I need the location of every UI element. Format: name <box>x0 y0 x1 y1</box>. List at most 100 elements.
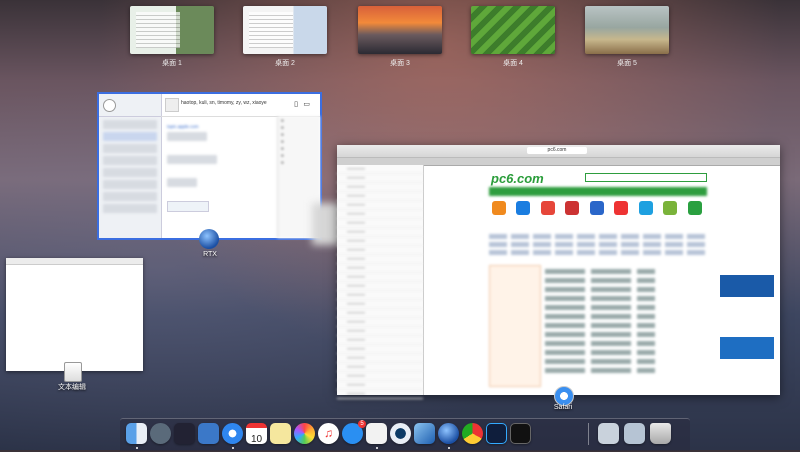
terminal-icon[interactable] <box>510 423 531 444</box>
sidebar-item[interactable]: ———— <box>337 246 423 255</box>
desktop-3[interactable]: 桌面 3 <box>358 6 442 68</box>
app-tile-icon[interactable] <box>565 201 580 215</box>
sidebar-item[interactable]: ———— <box>337 336 423 345</box>
sidebar-item[interactable]: ———— <box>337 309 423 318</box>
sidebar-item[interactable]: ———— <box>337 174 423 183</box>
chrome-icon[interactable] <box>462 423 483 444</box>
finder-icon[interactable] <box>126 423 147 444</box>
list-item[interactable] <box>103 156 157 165</box>
safari-sidebar[interactable]: ———— ———— ———— ———— ———— ———— ———— ———— … <box>337 165 424 399</box>
trash-icon[interactable] <box>650 423 671 444</box>
rtx-session-list[interactable] <box>99 94 162 238</box>
sidebar-item[interactable]: ———— <box>337 228 423 237</box>
app-tile-icon[interactable] <box>687 201 702 215</box>
list-item[interactable] <box>103 144 157 153</box>
member-item[interactable]: ● <box>281 118 317 123</box>
sidebar-item[interactable]: ———— <box>337 372 423 381</box>
sidebar-item[interactable]: ———— <box>337 390 423 399</box>
site-ad-banner[interactable] <box>720 337 774 359</box>
sidebar-item[interactable]: ———— <box>337 237 423 246</box>
sidebar-item[interactable]: ———— <box>337 219 423 228</box>
sidebar-item[interactable]: ———— <box>337 282 423 291</box>
sidebar-item[interactable]: ———— <box>337 291 423 300</box>
rtx-window[interactable]: haotop, kuli, sn, timomy, zy, wz, xiaoye… <box>97 92 322 240</box>
sidebar-item[interactable]: ———— <box>337 165 423 174</box>
desktop-4[interactable]: 桌面 4 <box>471 6 555 68</box>
textedit-window-label: 文本编辑 <box>58 384 86 391</box>
avatar[interactable] <box>103 99 116 112</box>
sidebar-item[interactable]: ———— <box>337 381 423 390</box>
member-item[interactable]: ● <box>281 146 317 151</box>
itunes-icon[interactable]: ♫ <box>318 423 339 444</box>
member-item[interactable]: ● <box>281 125 317 130</box>
quicktime-icon[interactable] <box>390 423 411 444</box>
app-tile-icon[interactable] <box>516 201 531 215</box>
folder-icon[interactable]: ▭ <box>303 100 310 108</box>
app-tile-icon[interactable] <box>614 201 629 215</box>
app-store-icon[interactable]: 5 <box>342 420 366 444</box>
app-tile-icon[interactable] <box>638 201 653 215</box>
desktop-1[interactable]: 桌面 1 <box>130 6 214 68</box>
address-bar[interactable]: pc6.com <box>527 147 587 154</box>
photoshop-icon[interactable] <box>486 423 507 444</box>
preview-icon[interactable] <box>198 423 219 444</box>
sidebar-item[interactable]: ———— <box>337 354 423 363</box>
running-indicator <box>136 447 138 449</box>
app-tile-icon[interactable] <box>540 201 555 215</box>
chat-messages: topic.apple.com <box>167 124 237 212</box>
downloads-icon[interactable] <box>598 423 619 444</box>
sidebar-item[interactable]: ———— <box>337 210 423 219</box>
site-news-list[interactable] <box>485 265 715 373</box>
applications-icon[interactable] <box>624 423 645 444</box>
rtx-profile-header <box>99 94 161 117</box>
desktop-2[interactable]: 桌面 2 <box>243 6 327 68</box>
list-item[interactable] <box>103 192 157 201</box>
member-item[interactable]: ● <box>281 153 317 158</box>
sidebar-item[interactable]: ———— <box>337 345 423 354</box>
sidebar-item[interactable]: ———— <box>337 273 423 282</box>
desktop-5[interactable]: 桌面 5 <box>585 6 669 68</box>
site-search-input[interactable] <box>585 173 707 182</box>
member-item[interactable]: ● <box>281 160 317 165</box>
site-link-rows[interactable] <box>489 231 707 258</box>
mission-control-icon[interactable] <box>174 423 195 444</box>
xcode-icon[interactable] <box>414 423 435 444</box>
sidebar-item[interactable]: ———— <box>337 318 423 327</box>
safari-icon[interactable] <box>222 423 243 444</box>
chat-link[interactable]: topic.apple.com <box>167 124 237 129</box>
list-item[interactable] <box>103 120 157 129</box>
safari-page-content[interactable]: pc6.com ▬▬ ▬▬ ▬▬ ▬▬ ▬▬ ▬▬ ▬▬ <box>485 165 718 395</box>
member-item[interactable]: ● <box>281 139 317 144</box>
site-ad-banner[interactable] <box>720 275 774 297</box>
app-tile-icon[interactable] <box>589 201 604 215</box>
textedit-window[interactable] <box>6 258 143 371</box>
sidebar-item[interactable]: ———— <box>337 183 423 192</box>
app-tile-icon[interactable] <box>663 201 678 215</box>
launchpad-icon[interactable] <box>150 423 171 444</box>
sidebar-item[interactable]: ———— <box>337 264 423 273</box>
list-item[interactable] <box>103 168 157 177</box>
sidebar-item[interactable]: ———— <box>337 327 423 336</box>
sidebar-item[interactable]: ———— <box>337 363 423 372</box>
calendar-icon[interactable]: 10 <box>246 423 267 445</box>
sidebar-item[interactable]: ———— <box>337 255 423 264</box>
textedit-icon[interactable] <box>366 423 387 444</box>
notes-icon[interactable] <box>270 423 291 444</box>
file-icon[interactable]: ▯ <box>294 100 298 108</box>
desktop-2-thumbnail <box>243 6 327 54</box>
member-item[interactable]: ● <box>281 132 317 137</box>
app-tile-icon[interactable] <box>492 201 506 215</box>
site-logo[interactable]: pc6.com <box>491 171 544 186</box>
list-item[interactable] <box>103 204 157 213</box>
safari-window[interactable]: pc6.com ———— ———— ———— ———— ———— ———— ——… <box>337 145 780 399</box>
rtx-icon[interactable] <box>438 423 459 444</box>
sidebar-item[interactable]: ———— <box>337 300 423 309</box>
site-nav-bar[interactable]: ▬▬ ▬▬ ▬▬ ▬▬ ▬▬ ▬▬ ▬▬ <box>489 187 707 201</box>
site-app-icons[interactable] <box>489 199 707 227</box>
sidebar-item[interactable]: ———— <box>337 192 423 201</box>
list-item[interactable] <box>103 132 157 141</box>
desktop-3-thumbnail <box>358 6 442 54</box>
photos-icon[interactable] <box>294 423 315 444</box>
sidebar-item[interactable]: ———— <box>337 201 423 210</box>
list-item[interactable] <box>103 180 157 189</box>
